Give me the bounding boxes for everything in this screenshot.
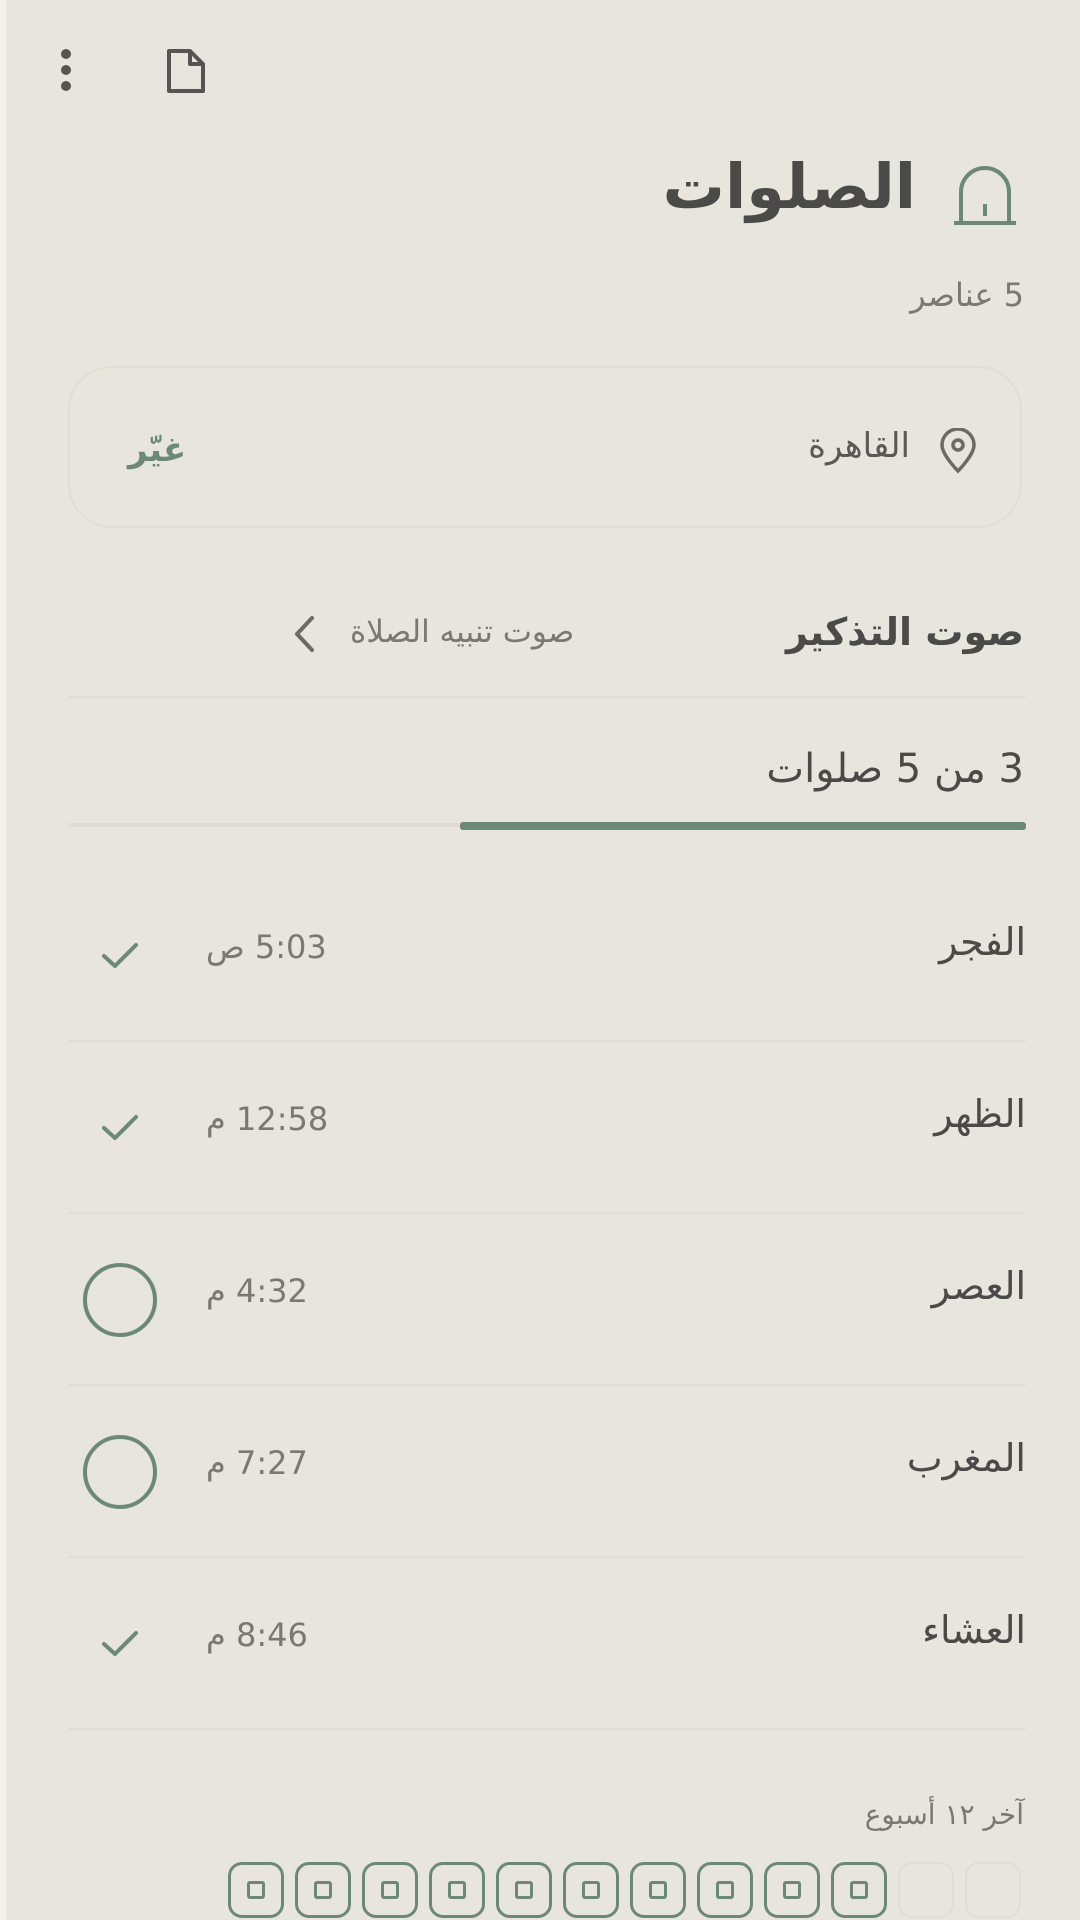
weekly-history <box>228 1862 1021 1918</box>
divider <box>68 696 1026 698</box>
week-box <box>630 1862 686 1918</box>
location-pin-icon <box>938 427 978 474</box>
week-box-mark <box>314 1881 332 1899</box>
prayer-name: الفجر <box>939 920 1026 964</box>
week-box <box>429 1862 485 1918</box>
empty-circle-icon[interactable] <box>68 1260 172 1340</box>
location-city: القاهرة <box>808 426 910 466</box>
week-box-mark <box>783 1881 801 1899</box>
prayer-row: الفجر 5:03 ص <box>68 870 1026 1042</box>
document-icon[interactable] <box>160 44 212 98</box>
prayer-row: العشاء 8:46 م <box>68 1558 1026 1730</box>
checkmark-icon[interactable] <box>68 1088 172 1168</box>
week-box <box>697 1862 753 1918</box>
prayer-row: المغرب 7:27 م <box>68 1386 1026 1558</box>
week-box-mark <box>582 1881 600 1899</box>
chevron-left-icon[interactable] <box>284 612 324 656</box>
empty-circle-icon[interactable] <box>68 1432 172 1512</box>
mosque-arch-icon <box>952 160 1018 230</box>
week-box <box>228 1862 284 1918</box>
prayer-row: العصر 4:32 م <box>68 1214 1026 1386</box>
prayer-time: 8:46 م <box>206 1616 308 1654</box>
prayer-time: 5:03 ص <box>206 928 327 966</box>
week-box-mark <box>850 1881 868 1899</box>
prayer-name: العصر <box>931 1264 1026 1308</box>
checkmark-icon[interactable] <box>68 1604 172 1684</box>
left-edge-strip <box>0 0 6 1920</box>
week-box <box>965 1862 1021 1918</box>
week-box <box>295 1862 351 1918</box>
history-label: آخر ١٢ أسبوع <box>864 1798 1024 1831</box>
progress-fill <box>460 822 1026 830</box>
week-box <box>831 1862 887 1918</box>
week-box <box>362 1862 418 1918</box>
prayer-name: الظهر <box>934 1092 1026 1136</box>
week-box <box>496 1862 552 1918</box>
item-count: 5 عناصر <box>910 276 1024 314</box>
week-box-mark <box>649 1881 667 1899</box>
prayer-time: 12:58 م <box>206 1100 329 1138</box>
week-box-mark <box>247 1881 265 1899</box>
week-box-mark <box>716 1881 734 1899</box>
prayer-time: 7:27 م <box>206 1444 308 1482</box>
prayer-name: المغرب <box>906 1436 1026 1480</box>
prayer-time: 4:32 م <box>206 1272 308 1310</box>
prayer-row: الظهر 12:58 م <box>68 1042 1026 1214</box>
week-box-mark <box>448 1881 466 1899</box>
week-box-mark <box>515 1881 533 1899</box>
progress-label: 3 من 5 صلوات <box>766 746 1024 792</box>
prayer-name: العشاء <box>922 1608 1026 1652</box>
more-vert-icon[interactable] <box>40 40 92 100</box>
week-box <box>898 1862 954 1918</box>
reminder-sound-value[interactable]: صوت تنبيه الصلاة <box>350 614 574 650</box>
week-box-mark <box>381 1881 399 1899</box>
checkmark-icon[interactable] <box>68 916 172 996</box>
week-box <box>563 1862 619 1918</box>
reminder-sound-label: صوت التذكير <box>786 610 1024 654</box>
change-location-button[interactable]: غيّر <box>128 430 186 470</box>
week-box <box>764 1862 820 1918</box>
row-divider <box>68 1728 1026 1730</box>
page-title: الصلوات <box>662 150 916 223</box>
